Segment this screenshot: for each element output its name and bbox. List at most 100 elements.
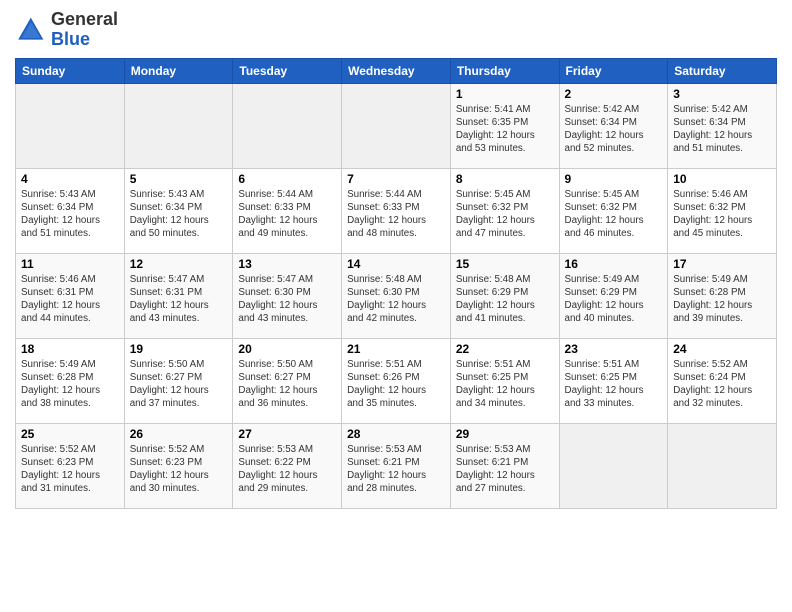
cell-content: Sunrise: 5:51 AM Sunset: 6:25 PM Dayligh… — [565, 358, 663, 411]
cell-content: Sunrise: 5:52 AM Sunset: 6:24 PM Dayligh… — [673, 358, 771, 411]
cell-content: Sunrise: 5:52 AM Sunset: 6:23 PM Dayligh… — [21, 443, 119, 496]
day-number: 14 — [347, 257, 445, 271]
calendar-cell: 10 Sunrise: 5:46 AM Sunset: 6:32 PM Dayli… — [668, 168, 777, 253]
cell-content: Sunrise: 5:53 AM Sunset: 6:21 PM Dayligh… — [347, 443, 445, 496]
cell-content: Sunrise: 5:50 AM Sunset: 6:27 PM Dayligh… — [238, 358, 336, 411]
calendar-cell: 2 Sunrise: 5:42 AM Sunset: 6:34 PM Daylig… — [559, 83, 668, 168]
day-number: 19 — [130, 342, 228, 356]
calendar-cell — [16, 83, 125, 168]
cell-content: Sunrise: 5:42 AM Sunset: 6:34 PM Dayligh… — [565, 103, 663, 156]
day-number: 10 — [673, 172, 771, 186]
calendar-cell: 29 Sunrise: 5:53 AM Sunset: 6:21 PM Dayli… — [450, 423, 559, 508]
day-number: 2 — [565, 87, 663, 101]
day-of-week-header: Tuesday — [233, 58, 342, 83]
day-number: 18 — [21, 342, 119, 356]
calendar-cell — [124, 83, 233, 168]
calendar-cell: 17Sunrise: 5:49 AM Sunset: 6:28 PM Dayli… — [668, 253, 777, 338]
day-number: 4 — [21, 172, 119, 186]
cell-content: Sunrise: 5:46 AM Sunset: 6:31 PM Dayligh… — [21, 273, 119, 326]
day-number: 25 — [21, 427, 119, 441]
calendar-cell — [342, 83, 451, 168]
logo-icon — [15, 14, 47, 46]
cell-content: Sunrise: 5:41 AM Sunset: 6:35 PM Dayligh… — [456, 103, 554, 156]
calendar-cell: 4 Sunrise: 5:43 AM Sunset: 6:34 PM Daylig… — [16, 168, 125, 253]
calendar-cell — [559, 423, 668, 508]
calendar-cell: 15Sunrise: 5:48 AM Sunset: 6:29 PM Dayli… — [450, 253, 559, 338]
calendar-week-row: 11 Sunrise: 5:46 AM Sunset: 6:31 PM Dayli… — [16, 253, 777, 338]
calendar-cell: 9Sunrise: 5:45 AM Sunset: 6:32 PM Daylig… — [559, 168, 668, 253]
page-header: General Blue — [15, 10, 777, 50]
cell-content: Sunrise: 5:50 AM Sunset: 6:27 PM Dayligh… — [130, 358, 228, 411]
calendar-cell: 1Sunrise: 5:41 AM Sunset: 6:35 PM Daylig… — [450, 83, 559, 168]
day-number: 21 — [347, 342, 445, 356]
day-number: 17 — [673, 257, 771, 271]
calendar-week-row: 1Sunrise: 5:41 AM Sunset: 6:35 PM Daylig… — [16, 83, 777, 168]
calendar-header-row: SundayMondayTuesdayWednesdayThursdayFrid… — [16, 58, 777, 83]
calendar-cell: 22Sunrise: 5:51 AM Sunset: 6:25 PM Dayli… — [450, 338, 559, 423]
cell-content: Sunrise: 5:52 AM Sunset: 6:23 PM Dayligh… — [130, 443, 228, 496]
calendar-cell: 23 Sunrise: 5:51 AM Sunset: 6:25 PM Dayli… — [559, 338, 668, 423]
calendar-week-row: 18 Sunrise: 5:49 AM Sunset: 6:28 PM Dayli… — [16, 338, 777, 423]
calendar-cell — [668, 423, 777, 508]
day-number: 8 — [456, 172, 554, 186]
day-number: 13 — [238, 257, 336, 271]
day-number: 5 — [130, 172, 228, 186]
day-number: 3 — [673, 87, 771, 101]
calendar-table: SundayMondayTuesdayWednesdayThursdayFrid… — [15, 58, 777, 509]
day-number: 20 — [238, 342, 336, 356]
logo-text: General Blue — [51, 10, 118, 50]
calendar-cell: 28 Sunrise: 5:53 AM Sunset: 6:21 PM Dayli… — [342, 423, 451, 508]
cell-content: Sunrise: 5:44 AM Sunset: 6:33 PM Dayligh… — [347, 188, 445, 241]
day-number: 6 — [238, 172, 336, 186]
cell-content: Sunrise: 5:49 AM Sunset: 6:28 PM Dayligh… — [21, 358, 119, 411]
calendar-cell: 12 Sunrise: 5:47 AM Sunset: 6:31 PM Dayli… — [124, 253, 233, 338]
calendar-cell: 21 Sunrise: 5:51 AM Sunset: 6:26 PM Dayli… — [342, 338, 451, 423]
calendar-cell: 5 Sunrise: 5:43 AM Sunset: 6:34 PM Daylig… — [124, 168, 233, 253]
cell-content: Sunrise: 5:53 AM Sunset: 6:22 PM Dayligh… — [238, 443, 336, 496]
cell-content: Sunrise: 5:43 AM Sunset: 6:34 PM Dayligh… — [21, 188, 119, 241]
day-number: 23 — [565, 342, 663, 356]
calendar-cell: 13 Sunrise: 5:47 AM Sunset: 6:30 PM Dayli… — [233, 253, 342, 338]
day-number: 29 — [456, 427, 554, 441]
day-of-week-header: Wednesday — [342, 58, 451, 83]
calendar-cell: 27 Sunrise: 5:53 AM Sunset: 6:22 PM Dayli… — [233, 423, 342, 508]
calendar-cell — [233, 83, 342, 168]
day-number: 27 — [238, 427, 336, 441]
day-of-week-header: Monday — [124, 58, 233, 83]
day-number: 16 — [565, 257, 663, 271]
calendar-cell: 7 Sunrise: 5:44 AM Sunset: 6:33 PM Daylig… — [342, 168, 451, 253]
calendar-cell: 16 Sunrise: 5:49 AM Sunset: 6:29 PM Dayli… — [559, 253, 668, 338]
cell-content: Sunrise: 5:42 AM Sunset: 6:34 PM Dayligh… — [673, 103, 771, 156]
cell-content: Sunrise: 5:49 AM Sunset: 6:29 PM Dayligh… — [565, 273, 663, 326]
cell-content: Sunrise: 5:46 AM Sunset: 6:32 PM Dayligh… — [673, 188, 771, 241]
cell-content: Sunrise: 5:45 AM Sunset: 6:32 PM Dayligh… — [456, 188, 554, 241]
cell-content: Sunrise: 5:43 AM Sunset: 6:34 PM Dayligh… — [130, 188, 228, 241]
calendar-cell: 3 Sunrise: 5:42 AM Sunset: 6:34 PM Daylig… — [668, 83, 777, 168]
calendar-week-row: 4 Sunrise: 5:43 AM Sunset: 6:34 PM Daylig… — [16, 168, 777, 253]
day-of-week-header: Friday — [559, 58, 668, 83]
calendar-cell: 18 Sunrise: 5:49 AM Sunset: 6:28 PM Dayli… — [16, 338, 125, 423]
day-number: 9 — [565, 172, 663, 186]
calendar-cell: 14Sunrise: 5:48 AM Sunset: 6:30 PM Dayli… — [342, 253, 451, 338]
cell-content: Sunrise: 5:44 AM Sunset: 6:33 PM Dayligh… — [238, 188, 336, 241]
day-of-week-header: Sunday — [16, 58, 125, 83]
day-number: 7 — [347, 172, 445, 186]
cell-content: Sunrise: 5:47 AM Sunset: 6:30 PM Dayligh… — [238, 273, 336, 326]
calendar-cell: 19 Sunrise: 5:50 AM Sunset: 6:27 PM Dayli… — [124, 338, 233, 423]
calendar-week-row: 25 Sunrise: 5:52 AM Sunset: 6:23 PM Dayli… — [16, 423, 777, 508]
day-number: 12 — [130, 257, 228, 271]
calendar-cell: 26Sunrise: 5:52 AM Sunset: 6:23 PM Dayli… — [124, 423, 233, 508]
day-of-week-header: Saturday — [668, 58, 777, 83]
day-number: 28 — [347, 427, 445, 441]
logo: General Blue — [15, 10, 118, 50]
cell-content: Sunrise: 5:53 AM Sunset: 6:21 PM Dayligh… — [456, 443, 554, 496]
calendar-cell: 8 Sunrise: 5:45 AM Sunset: 6:32 PM Daylig… — [450, 168, 559, 253]
calendar-cell: 11 Sunrise: 5:46 AM Sunset: 6:31 PM Dayli… — [16, 253, 125, 338]
cell-content: Sunrise: 5:47 AM Sunset: 6:31 PM Dayligh… — [130, 273, 228, 326]
day-of-week-header: Thursday — [450, 58, 559, 83]
cell-content: Sunrise: 5:48 AM Sunset: 6:29 PM Dayligh… — [456, 273, 554, 326]
calendar-cell: 6 Sunrise: 5:44 AM Sunset: 6:33 PM Daylig… — [233, 168, 342, 253]
day-number: 11 — [21, 257, 119, 271]
cell-content: Sunrise: 5:51 AM Sunset: 6:26 PM Dayligh… — [347, 358, 445, 411]
calendar-cell: 25 Sunrise: 5:52 AM Sunset: 6:23 PM Dayli… — [16, 423, 125, 508]
